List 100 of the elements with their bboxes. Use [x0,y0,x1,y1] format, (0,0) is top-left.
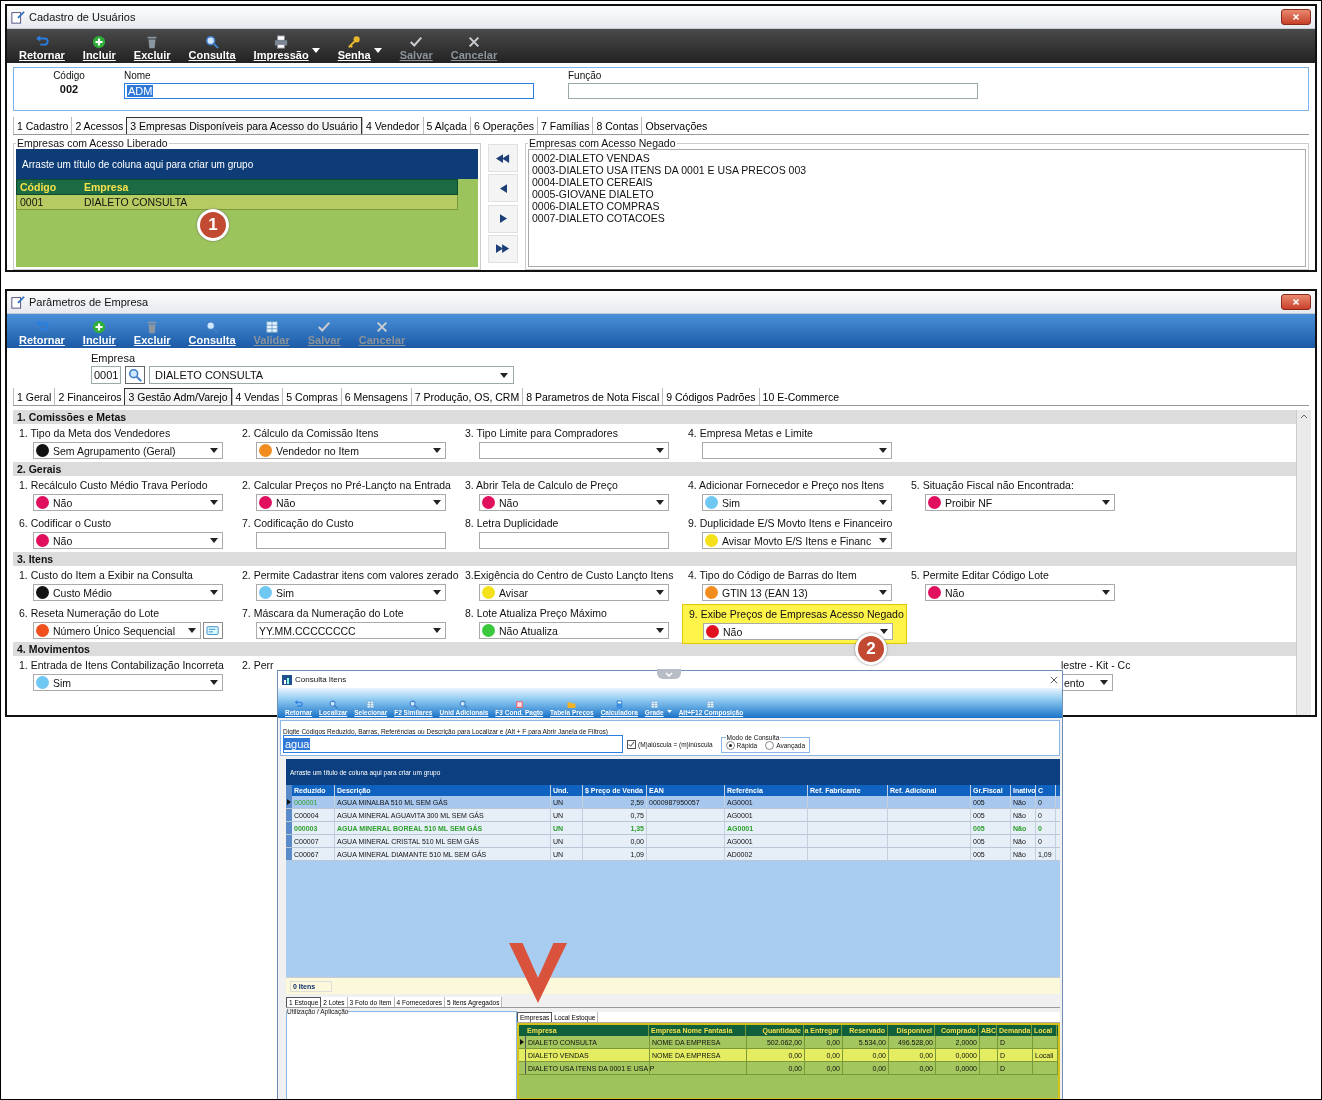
table-cell-text: DIALETO CONSULTA [83,195,189,209]
field-label: lestre - Kit - Cc [1061,659,1130,671]
header-corner [286,785,292,796]
window-icon [282,674,292,685]
close-button[interactable] [1050,675,1058,684]
double-right-arrow-icon [496,244,510,254]
toolbar-button[interactable]: Retornar [11,35,73,61]
radio-button[interactable] [765,741,775,750]
dropdown[interactable]: Não [703,623,893,640]
dropdown[interactable]: Não [33,494,223,511]
tab[interactable]: 9 Códigos Padrões [662,388,759,405]
grid-icon [706,700,716,709]
tab[interactable]: 7 Famílias [537,117,593,134]
row-pointer-icon [520,1039,524,1045]
list-item[interactable]: 0006-DIALETO COMPRAS [532,200,1302,212]
dropdown[interactable]: YY.MM.CCCCCCCC [256,622,446,639]
list-item[interactable]: 0002-DIALETO VENDAS [532,152,1302,164]
group-hint: Arraste um título de coluna aqui para criar um grupo [22,158,254,170]
company-code-field[interactable]: 0001 [91,366,121,384]
move-all-left-button[interactable] [488,144,518,173]
toolbar-button[interactable]: Impressão [245,35,328,61]
dropdown[interactable]: Não [33,532,223,549]
field-label: 2. Permite Cadastrar itens com valores zerado [242,569,460,581]
dropdown[interactable]: Vendedor no Item [256,442,446,459]
move-left-button[interactable] [488,174,518,203]
toolbar-button[interactable]: Excluir [125,320,179,346]
dropdown[interactable]: GTIN 13 (EAN 13) [702,584,892,601]
close-button[interactable] [1281,294,1311,310]
company-dropdown[interactable]: DIALETO CONSULTA [149,366,514,384]
toolbar-button[interactable]: Retornar [11,320,73,346]
tab[interactable]: 8 Contas [592,117,642,134]
tab[interactable]: 10 E-Commerce [758,388,842,405]
lookup-button[interactable] [203,622,223,639]
dropdown[interactable]: Não Atualiza [479,622,669,639]
toolbar-button[interactable]: Excluir [125,35,179,61]
scrollbar[interactable] [1296,410,1311,715]
list-item[interactable]: 0004-DIALETO CEREAIS [532,176,1302,188]
caret-icon [879,538,887,543]
window-title: Parâmetros de Empresa [29,296,150,308]
tab[interactable]: 3 Empresas Disponíveis para Acesso do Usuário [126,117,362,134]
dropdown[interactable]: Sim [256,584,446,601]
dropdown[interactable]: Proibir NF [925,494,1115,511]
list-item[interactable]: 0003-DIALETO USA ITENS DA 0001 E USA PRECOS 003 [532,164,1302,176]
cross-icon [374,320,389,334]
code-value: 002 [59,83,79,95]
card-icon [206,624,220,637]
dropdown[interactable]: Não [256,494,446,511]
name-field[interactable]: ADM [124,83,534,99]
column-header[interactable]: Empresa [81,180,457,194]
toolbar-button[interactable]: Incluir [74,35,124,61]
dropdown[interactable]: Avisar Movto E/S Itens e Financ [702,532,892,549]
tab[interactable]: 3 Gestão Adm/Varejo [124,388,232,405]
dropdown[interactable]: Número Único Sequencial [33,622,201,639]
move-right-button[interactable] [488,204,518,233]
toolbar-button[interactable]: Senha [329,35,390,61]
list-item[interactable]: 0007-DIALETO COTACOES [532,212,1302,224]
tab[interactable]: 4 Vendedor [361,117,423,134]
dropdown[interactable]: Custo Médio [33,584,223,601]
tab[interactable]: 2 Financeiros [54,388,125,405]
function-field[interactable] [568,83,978,99]
field-label: 1. Entrada de Itens Contabilização Incorreta [19,659,225,671]
close-button[interactable] [1281,9,1311,25]
list-item[interactable]: 0005-GIOVANE DIALETO [532,188,1302,200]
section-header: 2. Gerais [13,462,1296,476]
tab[interactable]: 5 Alçada [422,117,470,134]
text-field[interactable] [479,532,669,549]
dropdown[interactable] [479,442,669,459]
search-field[interactable]: agua [283,735,623,753]
dropdown[interactable]: Sim [702,494,892,511]
move-all-right-button[interactable] [488,234,518,263]
collapse-handle[interactable] [657,669,681,679]
caret-icon [666,709,672,713]
radio-button[interactable] [725,741,735,750]
dropdown[interactable] [702,442,892,459]
text-field[interactable] [256,532,446,549]
dropdown[interactable]: Não [479,494,669,511]
tab[interactable]: 5 Compras [282,388,341,405]
caret-icon [210,590,218,595]
field-label: Código [53,70,85,81]
folder-icon [567,700,577,709]
down-arrow-drawing [509,943,567,1003]
dropdown[interactable]: Sim [33,674,223,691]
row-indicator[interactable] [519,1036,526,1048]
field-label: 1. Tipo da Meta dos Vendedores [19,427,172,439]
toolbar-button[interactable]: Incluir [74,320,124,346]
toolbar-button[interactable]: Consulta [180,320,244,346]
window-title: Cadastro de Usuários [29,11,137,23]
dropdown[interactable]: Sem Agrupamento (Geral) [33,442,223,459]
dropdown[interactable]: ento [1061,674,1113,691]
column-header[interactable]: Código [17,180,81,194]
tab[interactable]: 6 Operações [469,117,537,134]
tab[interactable]: 6 Mensagens [340,388,411,405]
field-label: 7. Máscara da Numeração do Lote [242,607,405,619]
row-indicator[interactable] [286,796,292,808]
close-icon [1050,675,1058,684]
toolbar-button[interactable]: Consulta [180,35,244,61]
dropdown[interactable]: Não [925,584,1115,601]
dropdown[interactable]: Avisar [479,584,669,601]
search-button[interactable] [125,366,145,384]
checkbox[interactable] [627,740,636,749]
